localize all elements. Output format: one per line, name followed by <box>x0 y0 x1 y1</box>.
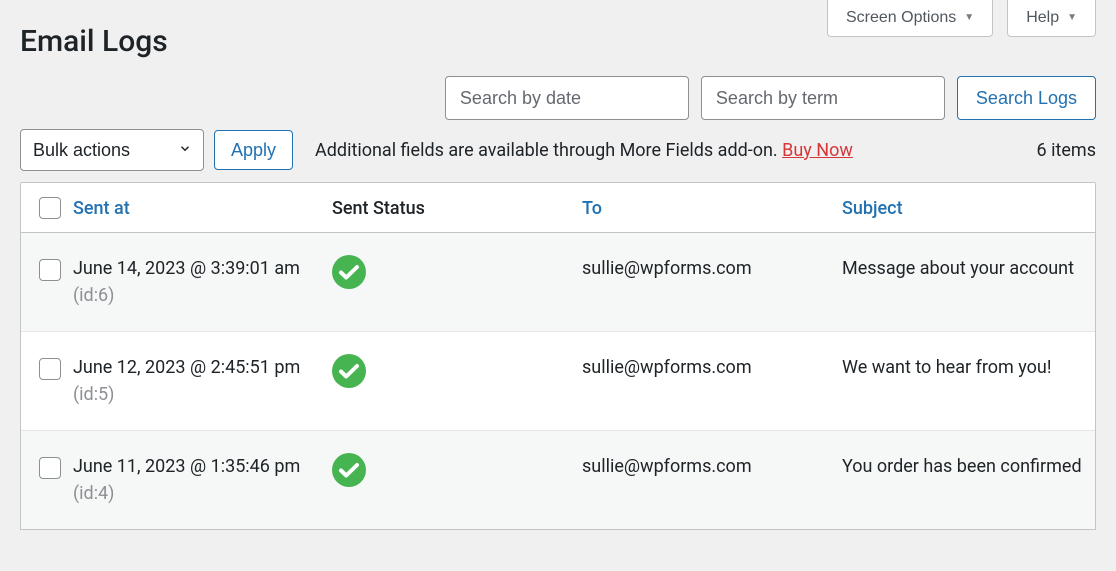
help-label: Help <box>1026 10 1059 26</box>
to-value: sullie@wpforms.com <box>582 456 752 477</box>
col-sent-at[interactable]: Sent at <box>67 183 322 233</box>
buy-now-link[interactable]: Buy Now <box>782 140 853 161</box>
bulk-actions-wrap: Bulk actions <box>20 129 204 171</box>
search-date-input[interactable] <box>445 76 689 120</box>
page-title: Email Logs <box>20 22 168 61</box>
row-checkbox[interactable] <box>39 358 61 380</box>
row-checkbox[interactable] <box>39 259 61 281</box>
addon-notice: Additional fields are available through … <box>315 140 1027 161</box>
col-subject[interactable]: Subject <box>832 183 1095 233</box>
row-id-label: (id:4) <box>73 483 114 504</box>
table-row: June 14, 2023 @ 3:39:01 am (id:6) sullie… <box>21 233 1095 332</box>
select-all-cell <box>21 183 67 233</box>
row-id-label: (id:6) <box>73 285 114 306</box>
col-sent-status: Sent Status <box>322 183 572 233</box>
select-all-checkbox[interactable] <box>39 197 61 219</box>
logs-table-wrap: Sent at Sent Status To Subject June 14, … <box>20 182 1096 530</box>
apply-button[interactable]: Apply <box>214 130 293 170</box>
subject-value: Message about your account <box>842 258 1074 279</box>
screen-options-label: Screen Options <box>846 10 956 26</box>
item-count: 6 items <box>1037 140 1096 161</box>
row-id-label: (id:5) <box>73 384 114 405</box>
sent-at-value: June 14, 2023 @ 3:39:01 am <box>73 258 300 279</box>
search-logs-button[interactable]: Search Logs <box>957 76 1096 120</box>
status-sent-icon <box>332 255 366 289</box>
subject-value: We want to hear from you! <box>842 357 1052 378</box>
row-checkbox[interactable] <box>39 457 61 479</box>
col-to[interactable]: To <box>572 183 832 233</box>
logs-table: Sent at Sent Status To Subject June 14, … <box>21 183 1095 529</box>
to-value: sullie@wpforms.com <box>582 258 752 279</box>
bulk-actions-select[interactable]: Bulk actions <box>20 129 204 171</box>
search-term-input[interactable] <box>701 76 945 120</box>
screen-options-button[interactable]: Screen Options ▼ <box>827 0 993 37</box>
sent-at-value: June 12, 2023 @ 2:45:51 pm <box>73 357 300 378</box>
sent-at-value: June 11, 2023 @ 1:35:46 pm <box>73 456 300 477</box>
table-header-row: Sent at Sent Status To Subject <box>21 183 1095 233</box>
search-row: Search Logs <box>445 76 1096 120</box>
chevron-down-icon: ▼ <box>1067 13 1077 23</box>
status-sent-icon <box>332 354 366 388</box>
status-sent-icon <box>332 453 366 487</box>
subject-value: You order has been confirmed <box>842 456 1082 477</box>
help-button[interactable]: Help ▼ <box>1007 0 1096 37</box>
controls-row: Bulk actions Apply Additional fields are… <box>20 129 1096 171</box>
table-row: June 11, 2023 @ 1:35:46 pm (id:4) sullie… <box>21 431 1095 530</box>
top-bar: Screen Options ▼ Help ▼ <box>827 0 1096 37</box>
addon-notice-text: Additional fields are available through … <box>315 140 782 161</box>
page-root: Screen Options ▼ Help ▼ Email Logs Searc… <box>0 0 1116 571</box>
table-row: June 12, 2023 @ 2:45:51 pm (id:5) sullie… <box>21 332 1095 431</box>
to-value: sullie@wpforms.com <box>582 357 752 378</box>
logs-tbody: June 14, 2023 @ 3:39:01 am (id:6) sullie… <box>21 233 1095 530</box>
chevron-down-icon: ▼ <box>964 13 974 23</box>
